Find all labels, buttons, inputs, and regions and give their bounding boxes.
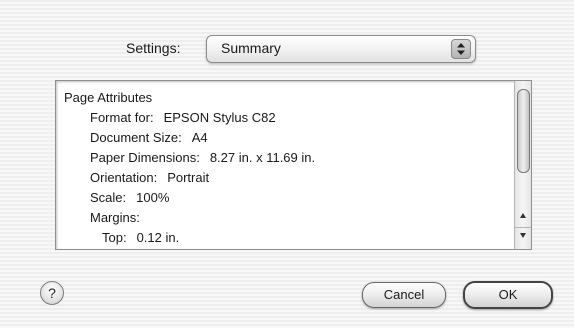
scrollbar-thumb[interactable] bbox=[517, 89, 530, 173]
margins-label: Margins: bbox=[90, 210, 140, 225]
margin-row: Top: 0.12 in. bbox=[64, 228, 504, 248]
scroll-down-arrow-icon[interactable] bbox=[515, 227, 531, 242]
settings-row: Settings: Summary bbox=[0, 34, 574, 63]
ok-button[interactable]: OK bbox=[463, 281, 553, 309]
summary-row-key: Paper Dimensions: bbox=[90, 150, 200, 165]
settings-popup-value: Summary bbox=[221, 40, 281, 56]
summary-row-value: EPSON Stylus C82 bbox=[163, 110, 276, 125]
summary-list[interactable]: Page Attributes Format for: EPSON Stylus … bbox=[55, 80, 532, 250]
summary-content: Page Attributes Format for: EPSON Stylus … bbox=[64, 88, 504, 248]
summary-row: Orientation: Portrait bbox=[64, 168, 504, 188]
summary-row-key: Format for: bbox=[90, 110, 154, 125]
summary-row-value: 100% bbox=[136, 190, 170, 205]
cancel-button[interactable]: Cancel bbox=[362, 282, 446, 308]
summary-row: Scale: 100% bbox=[64, 188, 504, 208]
settings-popup[interactable]: Summary bbox=[206, 35, 476, 63]
summary-row: Paper Dimensions: 8.27 in. x 11.69 in. bbox=[64, 148, 504, 168]
section-title: Page Attributes bbox=[64, 90, 153, 105]
summary-row: Document Size: A4 bbox=[64, 128, 504, 148]
updown-arrows-icon bbox=[451, 39, 471, 59]
margin-row-value: 0.12 in. bbox=[136, 230, 180, 245]
summary-row-value: A4 bbox=[191, 130, 208, 145]
settings-label: Settings: bbox=[126, 40, 181, 56]
summary-row-value: 8.27 in. x 11.69 in. bbox=[209, 150, 316, 165]
scroll-up-arrow-icon[interactable] bbox=[515, 209, 531, 223]
summary-row: Format for: EPSON Stylus C82 bbox=[64, 108, 504, 128]
help-button[interactable]: ? bbox=[40, 281, 64, 305]
margin-row-key: Top: bbox=[102, 230, 127, 245]
vertical-scrollbar[interactable] bbox=[514, 81, 531, 249]
summary-row-value: Portrait bbox=[167, 170, 210, 185]
summary-row-key: Document Size: bbox=[90, 130, 182, 145]
summary-row-key: Scale: bbox=[90, 190, 127, 205]
summary-row-key: Orientation: bbox=[90, 170, 158, 185]
